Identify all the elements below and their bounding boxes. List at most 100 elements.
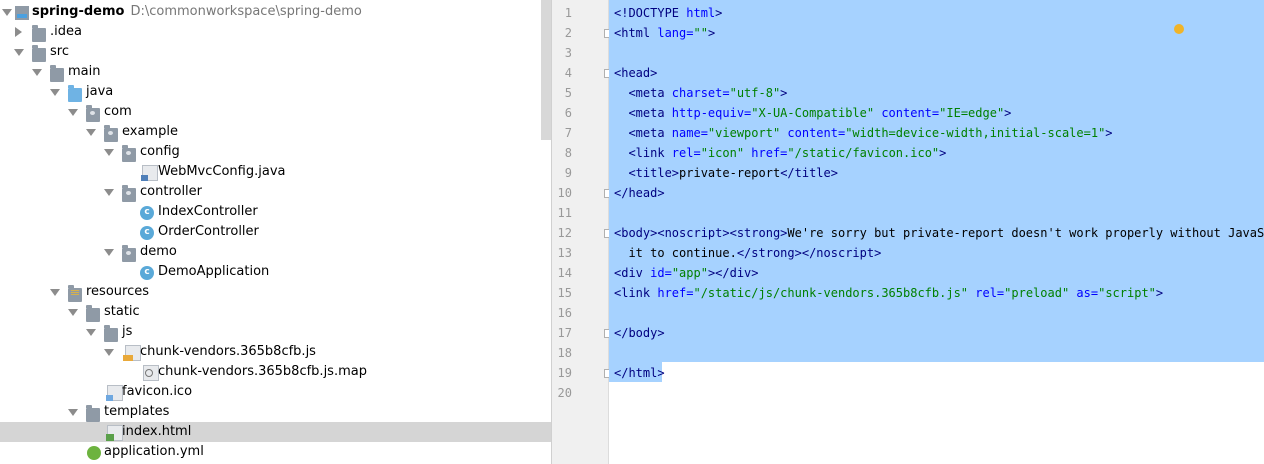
js-file-icon [123, 345, 141, 361]
line-number: 1 [564, 6, 572, 20]
folder-icon [104, 325, 118, 342]
tree-item-index-html[interactable]: index.html [0, 422, 551, 442]
chevron-down-icon[interactable] [50, 89, 60, 96]
chevron-down-icon[interactable] [14, 49, 24, 56]
code-line[interactable]: <meta http-equiv="X-UA-Compatible" conte… [614, 103, 1011, 123]
folder-icon [50, 65, 64, 82]
tree-item-controller[interactable]: controller [0, 182, 551, 202]
project-name: spring-demo [32, 4, 125, 19]
tree-item-indexcontroller[interactable]: c IndexController [0, 202, 551, 222]
tree-item-ordercontroller[interactable]: c OrderController [0, 222, 551, 242]
chevron-down-icon[interactable] [104, 249, 114, 256]
tree-item-label: OrderController [158, 224, 259, 239]
intention-bulb-icon[interactable] [1174, 24, 1184, 34]
tree-item-demo[interactable]: demo [0, 242, 551, 262]
html-file-icon [106, 425, 123, 441]
tree-item-spring-demo[interactable]: spring-demo D:\commonworkspace\spring-dem… [0, 2, 551, 22]
tree-item-label: .idea [50, 24, 82, 39]
chevron-right-icon[interactable] [15, 27, 22, 37]
code-line[interactable]: <meta charset="utf-8"> [614, 83, 787, 103]
line-number: 11 [557, 206, 572, 220]
chevron-down-icon[interactable] [86, 129, 96, 136]
line-number: 18 [557, 346, 572, 360]
class-icon: c [140, 206, 154, 220]
chevron-down-icon[interactable] [2, 9, 12, 16]
chevron-down-icon[interactable] [68, 109, 78, 116]
line-number: 9 [564, 166, 572, 180]
line-number: 4 [564, 66, 572, 80]
tree-item-example[interactable]: example [0, 122, 551, 142]
tree-item-templates[interactable]: templates [0, 402, 551, 422]
chevron-down-icon[interactable] [104, 149, 114, 156]
code-line[interactable]: <body><noscript><strong>We're sorry but … [614, 223, 1264, 243]
chevron-down-icon[interactable] [32, 69, 42, 76]
code-line[interactable]: <!DOCTYPE html> [614, 3, 722, 23]
tree-item-com[interactable]: com [0, 102, 551, 122]
code-line[interactable]: <html lang=""> [614, 23, 715, 43]
tree-item-main[interactable]: main [0, 62, 551, 82]
code-line[interactable]: <title>private-report</title> [614, 163, 838, 183]
line-number: 6 [564, 106, 572, 120]
tree-item-src[interactable]: src [0, 42, 551, 62]
project-path: D:\commonworkspace\spring-demo [130, 4, 362, 19]
tree-item-java[interactable]: java [0, 82, 551, 102]
line-number: 12 [557, 226, 572, 240]
code-line[interactable]: </html> [614, 363, 665, 383]
tree-item-label: js [122, 324, 133, 339]
code-line[interactable]: <link rel="icon" href="/static/favicon.i… [614, 143, 946, 163]
tree-item-favicon[interactable]: favicon.ico [0, 382, 551, 402]
tree-item-label: java [86, 84, 114, 99]
tree-item-webmvcconfig[interactable]: WebMvcConfig.java [0, 162, 551, 182]
java-file-icon [141, 165, 158, 181]
code-editor[interactable]: 1 2 3 4 5 6 7 8 9 10 11 12 13 14 15 16 1… [551, 0, 1264, 464]
tree-item-resources[interactable]: resources [0, 282, 551, 302]
project-tree[interactable]: spring-demo D:\commonworkspace\spring-dem… [0, 0, 551, 464]
tree-item-label: resources [86, 284, 150, 299]
tree-item-label: IndexController [158, 204, 258, 219]
line-number-gutter[interactable]: 1 2 3 4 5 6 7 8 9 10 11 12 13 14 15 16 1… [552, 0, 613, 464]
package-icon [122, 185, 136, 202]
package-icon [86, 105, 100, 122]
code-line[interactable]: <div id="app"></div> [614, 263, 759, 283]
tree-item-config[interactable]: config [0, 142, 551, 162]
map-file-icon [143, 365, 159, 381]
line-number: 10 [557, 186, 572, 200]
code-line[interactable]: <link href="/static/js/chunk-vendors.365… [614, 283, 1163, 303]
tree-item-label: chunk-vendors.365b8cfb.js.map [158, 364, 367, 379]
folder-icon [86, 405, 100, 422]
code-line[interactable]: </head> [614, 183, 665, 203]
folder-icon [32, 25, 46, 42]
code-line[interactable]: <meta name="viewport" content="width=dev… [614, 123, 1112, 143]
tree-item-static[interactable]: static [0, 302, 551, 322]
resources-folder-icon [68, 285, 82, 302]
tree-item-label: templates [104, 404, 170, 419]
tree-scrollbar[interactable] [541, 0, 551, 140]
tree-item-label: DemoApplication [158, 264, 270, 279]
line-number: 15 [557, 286, 572, 300]
line-number: 16 [557, 306, 572, 320]
tree-item-label: demo [140, 244, 177, 259]
line-number: 8 [564, 146, 572, 160]
chevron-down-icon[interactable] [68, 309, 78, 316]
folder-icon [32, 45, 46, 62]
code-line[interactable]: <head> [614, 63, 657, 83]
code-line[interactable]: </body> [614, 323, 665, 343]
line-number: 7 [564, 126, 572, 140]
chevron-down-icon[interactable] [104, 189, 114, 196]
tree-item-chunk-vendors-map[interactable]: chunk-vendors.365b8cfb.js.map [0, 362, 551, 382]
package-icon [104, 125, 118, 142]
line-number: 20 [557, 386, 572, 400]
chevron-down-icon[interactable] [68, 409, 78, 416]
line-number: 19 [557, 366, 572, 380]
tree-item-chunk-vendors-js[interactable]: chunk-vendors.365b8cfb.js [0, 342, 551, 362]
tree-item-label: controller [140, 184, 203, 199]
tree-item-application-yml[interactable]: application.yml [0, 442, 551, 462]
chevron-down-icon[interactable] [86, 329, 96, 336]
tree-item-js[interactable]: js [0, 322, 551, 342]
code-line[interactable]: it to continue.</strong></noscript> [614, 243, 881, 263]
chevron-down-icon[interactable] [50, 289, 60, 296]
tree-item-demoapplication[interactable]: c DemoApplication [0, 262, 551, 282]
tree-item-idea[interactable]: .idea [0, 22, 551, 42]
class-icon: c [140, 266, 154, 280]
chevron-down-icon[interactable] [104, 349, 114, 356]
